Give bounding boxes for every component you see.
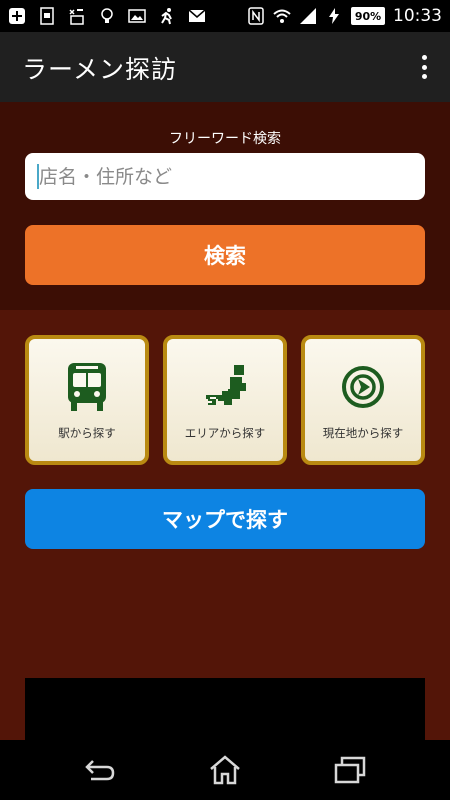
station-search-tile[interactable]: 駅から探す bbox=[25, 335, 149, 465]
search-button[interactable]: 検索 bbox=[25, 225, 425, 285]
location-search-label: 現在地から探す bbox=[322, 426, 404, 440]
nfc-icon bbox=[247, 7, 265, 25]
navigation-bar bbox=[0, 740, 450, 800]
search-input-container bbox=[25, 153, 425, 200]
signal-icon bbox=[299, 7, 317, 25]
add-app-icon bbox=[8, 7, 26, 25]
area-search-tile[interactable]: エリアから探す bbox=[163, 335, 287, 465]
screenshot-icon bbox=[38, 7, 56, 25]
japan-map-icon bbox=[202, 361, 248, 413]
station-search-label: 駅から探す bbox=[58, 426, 116, 440]
overflow-menu-icon[interactable] bbox=[414, 52, 434, 82]
ad-banner bbox=[25, 678, 425, 740]
main-section: 駅から探す エリアから探す 現在地から探す マップで探す bbox=[0, 310, 450, 740]
lightbulb-icon bbox=[98, 7, 116, 25]
search-label: フリーワード検索 bbox=[169, 131, 281, 147]
back-icon[interactable] bbox=[80, 752, 120, 788]
battery-indicator: 90% bbox=[351, 7, 385, 25]
train-icon bbox=[64, 361, 110, 413]
clock: 10:33 bbox=[393, 6, 442, 26]
photo-icon bbox=[128, 7, 146, 25]
area-search-label: エリアから探す bbox=[184, 426, 266, 440]
app-bar: ラーメン探訪 bbox=[0, 32, 450, 102]
search-section: フリーワード検索 検索 bbox=[0, 102, 450, 310]
recent-apps-icon[interactable] bbox=[330, 752, 370, 788]
wifi-icon bbox=[273, 7, 291, 25]
home-icon[interactable] bbox=[205, 752, 245, 788]
app-title: ラーメン探訪 bbox=[22, 55, 178, 84]
status-bar: 90% 10:33 bbox=[0, 0, 450, 32]
charging-icon bbox=[325, 7, 343, 25]
location-icon bbox=[340, 361, 386, 413]
location-search-tile[interactable]: 現在地から探す bbox=[301, 335, 425, 465]
runner-icon bbox=[158, 7, 176, 25]
mail-icon bbox=[188, 7, 206, 25]
system-icons: 90% 10:33 bbox=[247, 6, 442, 26]
map-search-button[interactable]: マップで探す bbox=[25, 489, 425, 549]
notification-icons bbox=[8, 6, 206, 26]
text-cursor bbox=[37, 164, 39, 189]
nfc-tag-icon bbox=[68, 7, 86, 25]
search-input[interactable] bbox=[25, 153, 425, 200]
